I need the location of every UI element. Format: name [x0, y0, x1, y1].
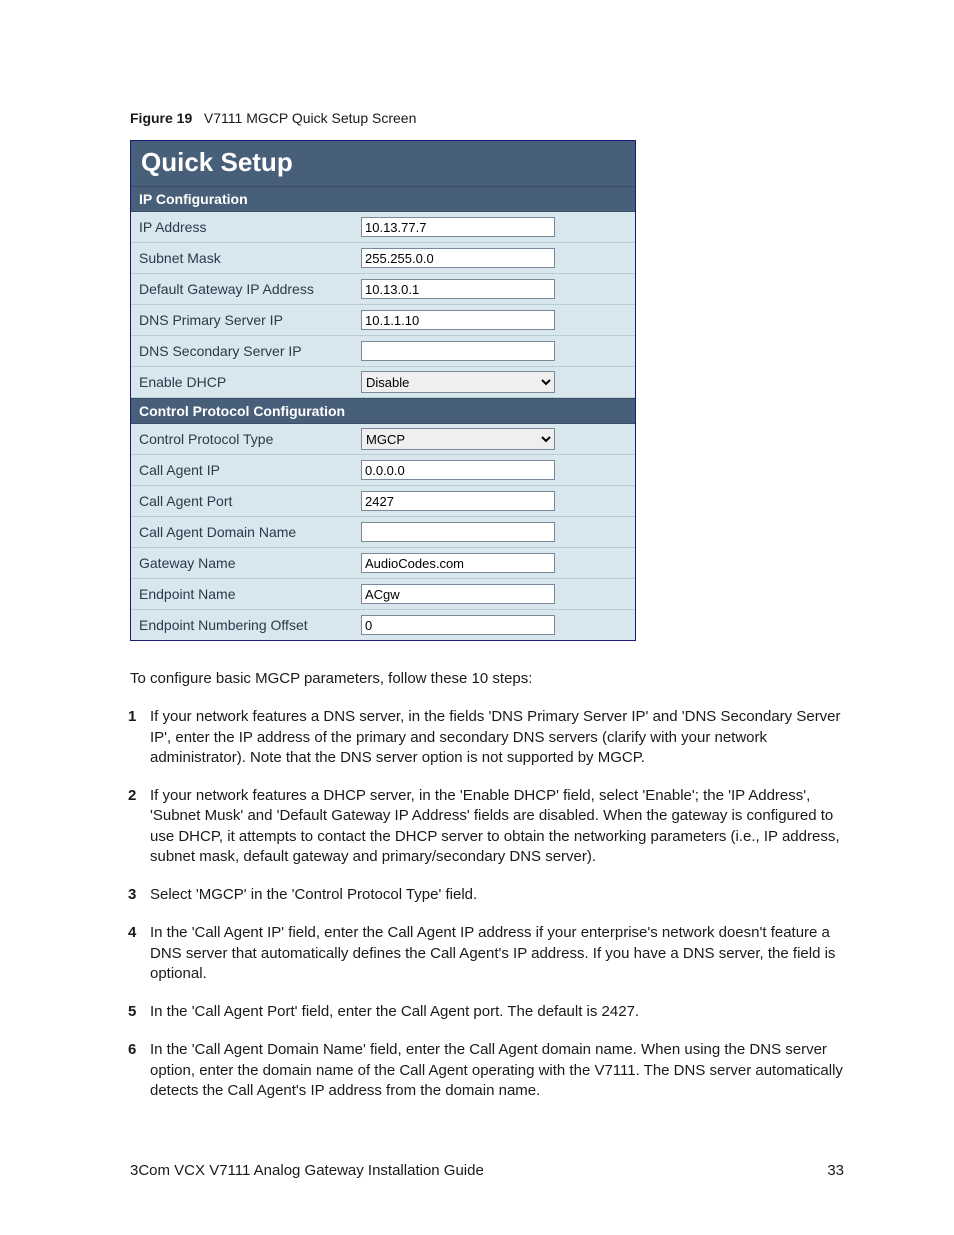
select-enable-dhcp[interactable]: Disable	[361, 371, 555, 393]
row-subnet-mask: Subnet Mask	[131, 243, 635, 274]
panel-title: Quick Setup	[131, 141, 635, 186]
input-subnet-mask[interactable]	[361, 248, 555, 268]
row-endpoint-numbering-offset: Endpoint Numbering Offset	[131, 610, 635, 640]
input-call-agent-port[interactable]	[361, 491, 555, 511]
row-call-agent-port: Call Agent Port	[131, 486, 635, 517]
section-header-control-protocol: Control Protocol Configuration	[131, 398, 635, 424]
input-endpoint-numbering-offset[interactable]	[361, 615, 555, 635]
label-control-protocol-type: Control Protocol Type	[131, 431, 361, 447]
row-dns-primary: DNS Primary Server IP	[131, 305, 635, 336]
label-endpoint-numbering-offset: Endpoint Numbering Offset	[131, 617, 361, 633]
quick-setup-panel: Quick Setup IP Configuration IP Address …	[130, 140, 636, 641]
step-5: In the 'Call Agent Port' field, enter th…	[130, 1002, 844, 1022]
row-gateway-name: Gateway Name	[131, 548, 635, 579]
intro-text: To configure basic MGCP parameters, foll…	[130, 669, 844, 689]
step-2: If your network features a DHCP server, …	[130, 786, 844, 867]
figure-label: Figure 19	[130, 110, 192, 126]
label-endpoint-name: Endpoint Name	[131, 586, 361, 602]
label-default-gateway: Default Gateway IP Address	[131, 281, 361, 297]
label-enable-dhcp: Enable DHCP	[131, 374, 361, 390]
step-4: In the 'Call Agent IP' field, enter the …	[130, 923, 844, 984]
input-dns-primary[interactable]	[361, 310, 555, 330]
row-default-gateway: Default Gateway IP Address	[131, 274, 635, 305]
label-call-agent-port: Call Agent Port	[131, 493, 361, 509]
step-6: In the 'Call Agent Domain Name' field, e…	[130, 1040, 844, 1101]
label-call-agent-domain: Call Agent Domain Name	[131, 524, 361, 540]
input-dns-secondary[interactable]	[361, 341, 555, 361]
label-gateway-name: Gateway Name	[131, 555, 361, 571]
label-dns-primary: DNS Primary Server IP	[131, 312, 361, 328]
label-dns-secondary: DNS Secondary Server IP	[131, 343, 361, 359]
select-control-protocol-type[interactable]: MGCP	[361, 428, 555, 450]
document-page: Figure 19 V7111 MGCP Quick Setup Screen …	[0, 0, 954, 1235]
row-call-agent-domain: Call Agent Domain Name	[131, 517, 635, 548]
footer-title: 3Com VCX V7111 Analog Gateway Installati…	[130, 1162, 484, 1179]
row-enable-dhcp: Enable DHCP Disable	[131, 367, 635, 398]
row-ip-address: IP Address	[131, 212, 635, 243]
figure-caption: Figure 19 V7111 MGCP Quick Setup Screen	[130, 110, 844, 126]
step-1: If your network features a DNS server, i…	[130, 707, 844, 768]
input-call-agent-domain[interactable]	[361, 522, 555, 542]
row-control-protocol-type: Control Protocol Type MGCP	[131, 424, 635, 455]
label-call-agent-ip: Call Agent IP	[131, 462, 361, 478]
row-endpoint-name: Endpoint Name	[131, 579, 635, 610]
label-subnet-mask: Subnet Mask	[131, 250, 361, 266]
input-endpoint-name[interactable]	[361, 584, 555, 604]
page-footer: 3Com VCX V7111 Analog Gateway Installati…	[130, 1162, 844, 1179]
label-ip-address: IP Address	[131, 219, 361, 235]
row-dns-secondary: DNS Secondary Server IP	[131, 336, 635, 367]
input-call-agent-ip[interactable]	[361, 460, 555, 480]
input-gateway-name[interactable]	[361, 553, 555, 573]
section-header-ip-config: IP Configuration	[131, 186, 635, 212]
step-3: Select 'MGCP' in the 'Control Protocol T…	[130, 885, 844, 905]
input-ip-address[interactable]	[361, 217, 555, 237]
row-call-agent-ip: Call Agent IP	[131, 455, 635, 486]
step-list: If your network features a DNS server, i…	[130, 707, 844, 1101]
input-default-gateway[interactable]	[361, 279, 555, 299]
page-number: 33	[827, 1162, 844, 1179]
figure-caption-text: V7111 MGCP Quick Setup Screen	[204, 110, 416, 126]
